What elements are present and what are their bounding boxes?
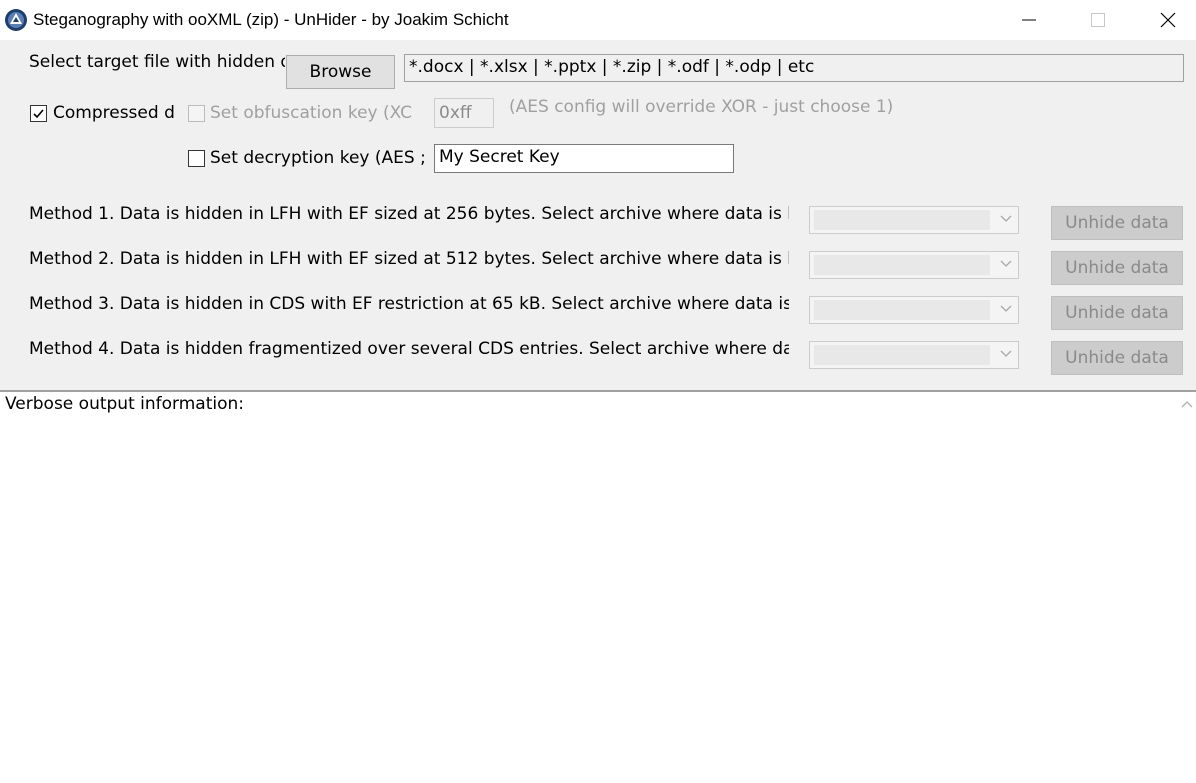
method-2-archive-select[interactable] [809,251,1019,279]
output-scrollbar[interactable] [1178,392,1196,783]
verbose-output-text: Verbose output information: [5,394,244,414]
method-1-unhide-button[interactable]: Unhide data [1051,206,1183,240]
target-file-label: Select target file with hidden d [29,52,285,72]
select-value [814,300,990,320]
method-1-archive-select[interactable] [809,206,1019,234]
scroll-up-arrow-icon[interactable] [1181,400,1193,408]
verbose-output-area[interactable]: Verbose output information: [0,392,1196,783]
maximize-button[interactable] [1075,0,1121,40]
minimize-button[interactable] [1006,0,1052,40]
checkmark-icon [33,109,44,119]
close-button[interactable] [1145,0,1191,40]
obfuscation-checkbox[interactable] [188,105,205,122]
decryption-checkbox[interactable] [188,150,205,167]
decryption-label: Set decryption key (AES ; [210,148,426,168]
obfuscation-note: (AES config will override XOR - just cho… [509,97,894,117]
obfuscation-label: Set obfuscation key (XC [210,103,412,123]
method-1-label: Method 1. Data is hidden in LFH with EF … [29,204,789,224]
close-icon [1160,12,1176,28]
compressed-label: Compressed d [53,103,175,123]
title-bar[interactable]: Steganography with ooXML (zip) - UnHider… [0,0,1196,40]
target-file-field[interactable]: *.docx | *.xlsx | *.pptx | *.zip | *.odf… [404,54,1184,82]
method-3-unhide-button[interactable]: Unhide data [1051,296,1183,330]
method-3-label: Method 3. Data is hidden in CDS with EF … [29,294,789,314]
chevron-down-icon [1000,350,1012,357]
method-4-label: Method 4. Data is hidden fragmentized ov… [29,339,789,359]
method-3-archive-select[interactable] [809,296,1019,324]
app-window: Steganography with ooXML (zip) - UnHider… [0,0,1196,783]
window-title: Steganography with ooXML (zip) - UnHider… [33,10,509,29]
compressed-checkbox[interactable] [30,105,47,122]
obfuscation-key-field[interactable]: 0xff [434,98,494,128]
method-2-label: Method 2. Data is hidden in LFH with EF … [29,249,789,269]
select-value [814,255,990,275]
decryption-key-field[interactable]: My Secret Key [434,144,734,173]
maximize-icon [1091,13,1105,27]
chevron-down-icon [1000,215,1012,222]
method-4-unhide-button[interactable]: Unhide data [1051,341,1183,375]
select-value [814,345,990,365]
app-logo-icon [4,8,28,32]
method-2-unhide-button[interactable]: Unhide data [1051,251,1183,285]
minimize-icon [1022,19,1036,21]
chevron-down-icon [1000,305,1012,312]
method-4-archive-select[interactable] [809,341,1019,369]
browse-button[interactable]: Browse [286,55,395,89]
chevron-down-icon [1000,260,1012,267]
select-value [814,210,990,230]
